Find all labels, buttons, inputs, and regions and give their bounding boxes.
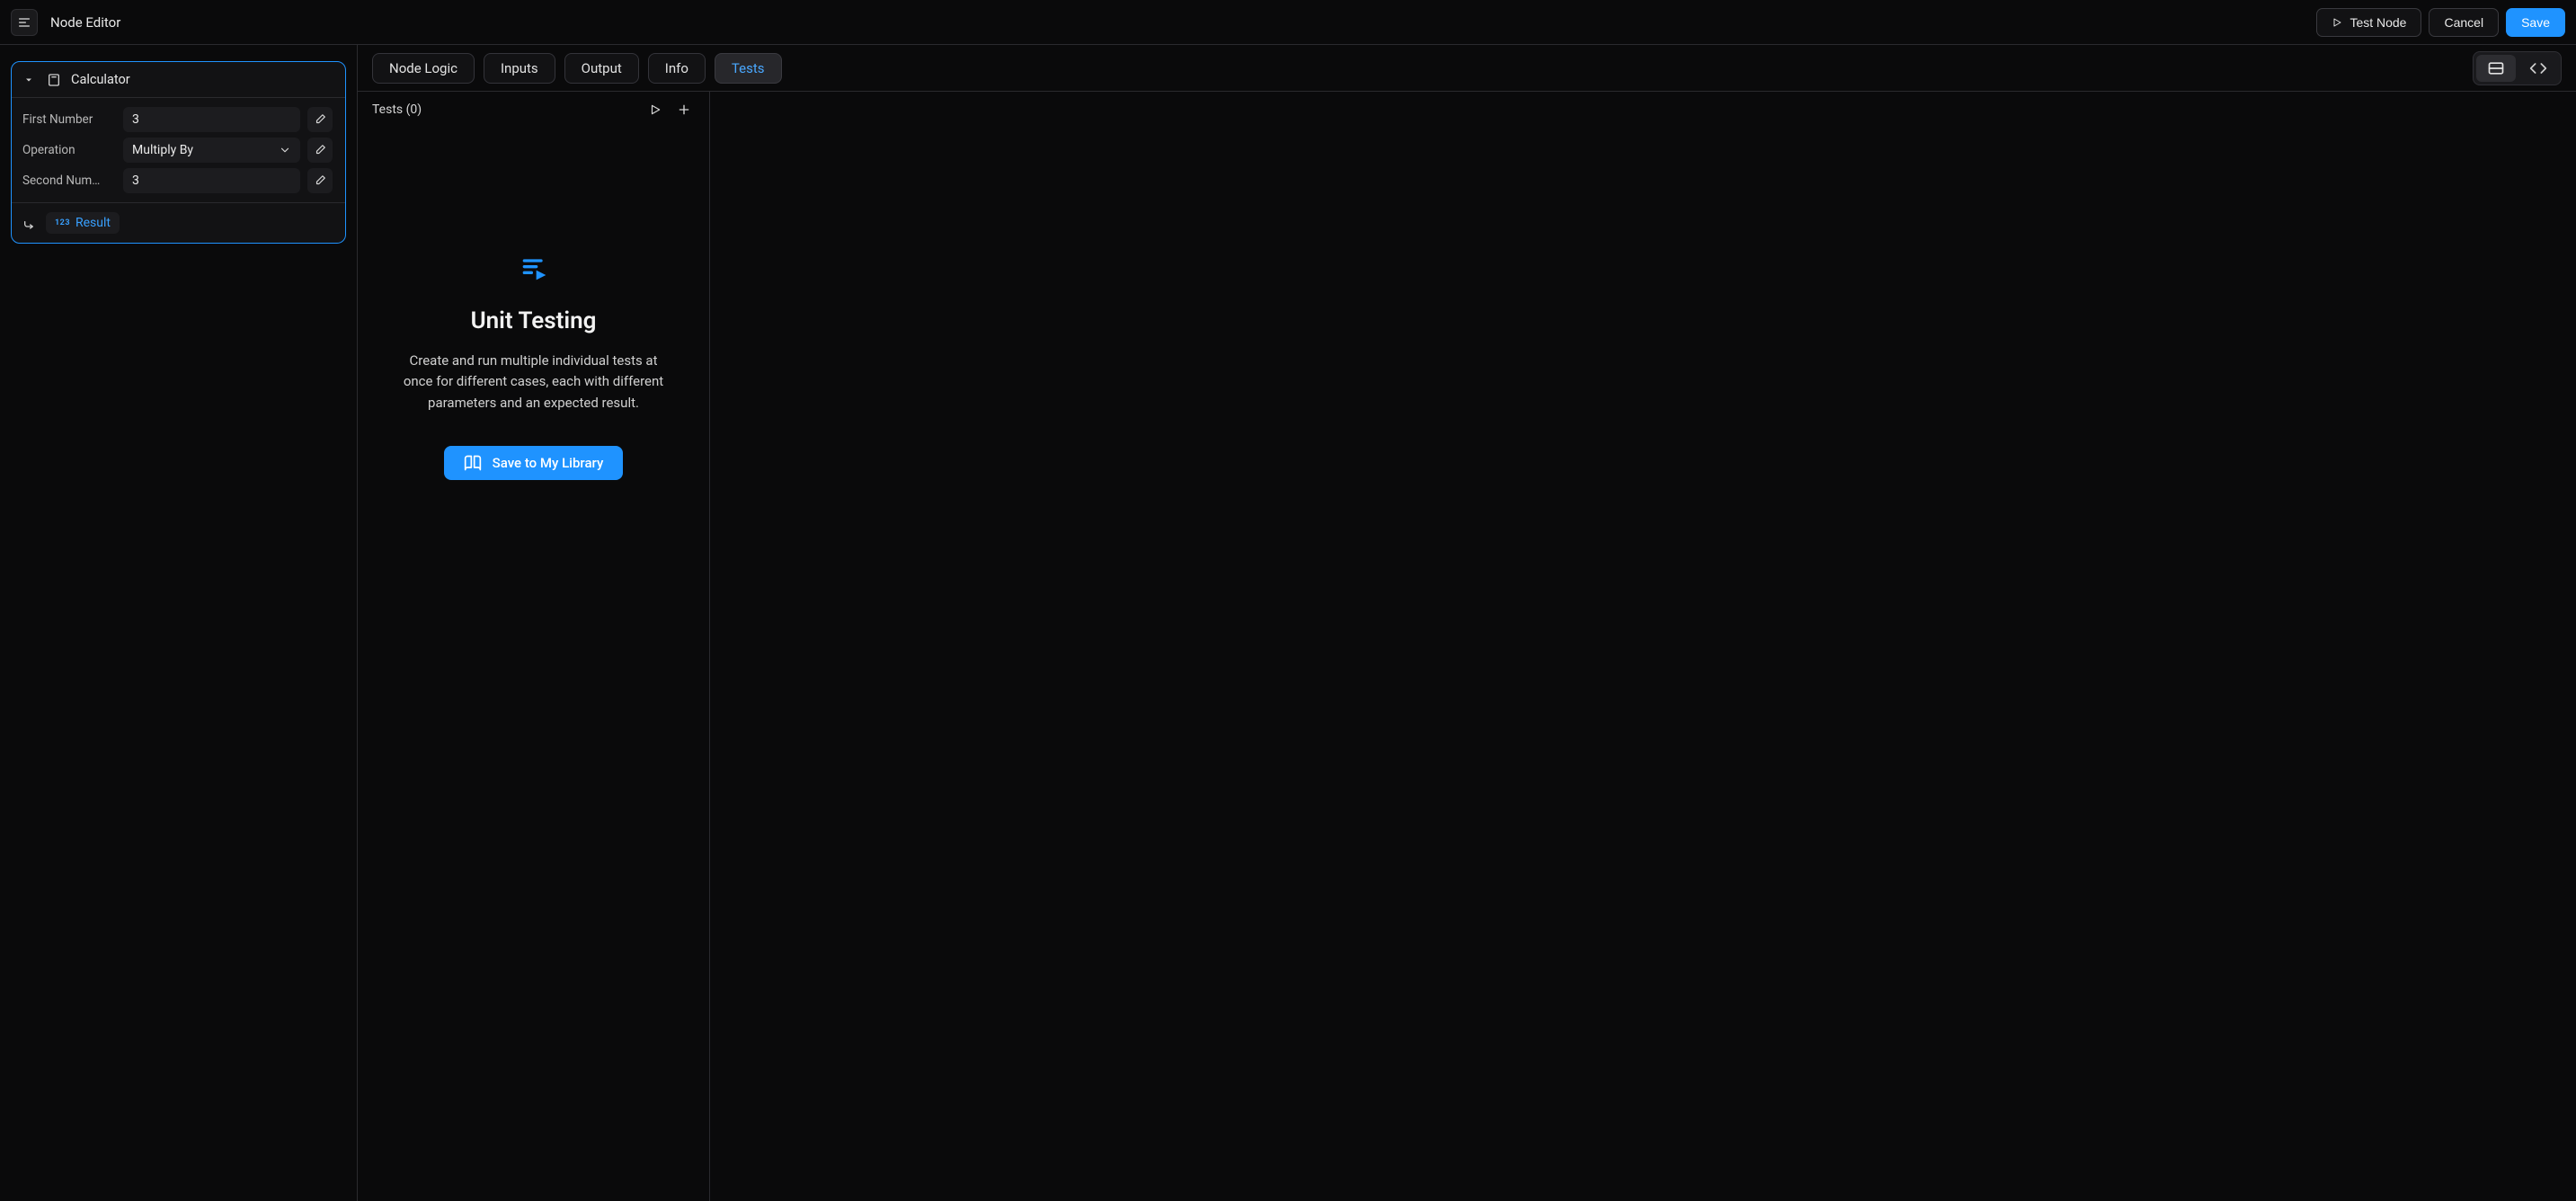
view-toggle: [2473, 51, 2562, 85]
pencil-icon: [314, 113, 326, 126]
param-second-number: Second Num… 3: [22, 168, 334, 193]
number-type-icon: 123: [55, 218, 70, 227]
add-test-button[interactable]: [673, 99, 695, 120]
operation-select[interactable]: Multiply By: [123, 138, 300, 163]
cancel-label: Cancel: [2444, 15, 2483, 30]
canvas-panel[interactable]: Calculator First Number 3 Operation: [0, 45, 358, 1201]
node-body: First Number 3 Operation Multiply By: [12, 98, 345, 202]
return-icon: [22, 216, 37, 230]
tests-list-header: Tests (0): [358, 92, 709, 128]
param-operation: Operation Multiply By: [22, 138, 334, 163]
first-number-value: 3: [132, 112, 139, 127]
play-icon: [649, 103, 662, 116]
save-to-library-label: Save to My Library: [493, 455, 604, 471]
cancel-button[interactable]: Cancel: [2429, 8, 2499, 37]
run-tests-button[interactable]: [644, 99, 666, 120]
code-icon: [2529, 59, 2547, 77]
empty-title: Unit Testing: [471, 307, 597, 334]
test-node-button[interactable]: Test Node: [2316, 8, 2421, 37]
save-button[interactable]: Save: [2506, 8, 2565, 37]
calculator-icon: [46, 72, 62, 88]
second-number-input[interactable]: 3: [123, 168, 300, 193]
editor-panel: Node Logic Inputs Output Info Tests: [358, 45, 2576, 1201]
node-header: Calculator: [12, 62, 345, 98]
param-label: Second Num…: [22, 173, 116, 188]
code-view-button[interactable]: [2518, 55, 2558, 82]
play-icon: [2332, 17, 2342, 28]
menu-button[interactable]: [11, 9, 38, 36]
save-to-library-button[interactable]: Save to My Library: [444, 446, 624, 480]
caret-down-icon: [23, 75, 34, 85]
tests-list-panel: Tests (0) Unit Testing: [358, 92, 710, 1201]
pencil-icon: [314, 174, 326, 187]
save-label: Save: [2521, 15, 2550, 30]
tab-tests[interactable]: Tests: [715, 53, 782, 84]
param-label: First Number: [22, 112, 116, 127]
operation-value: Multiply By: [132, 143, 193, 157]
empty-state: Unit Testing Create and run multiple ind…: [358, 128, 709, 1201]
pencil-icon: [314, 144, 326, 156]
edit-operation-button[interactable]: [307, 138, 333, 163]
first-number-input[interactable]: 3: [123, 107, 300, 132]
tabs-bar: Node Logic Inputs Output Info Tests: [358, 45, 2576, 92]
test-node-label: Test Node: [2349, 15, 2406, 30]
test-detail-panel: [710, 92, 2576, 1201]
calculator-node[interactable]: Calculator First Number 3 Operation: [11, 61, 346, 244]
menu-icon: [17, 15, 31, 30]
collapse-toggle[interactable]: [21, 72, 37, 88]
panel-icon: [2487, 59, 2505, 77]
tab-node-logic[interactable]: Node Logic: [372, 53, 475, 84]
empty-description: Create and run multiple individual tests…: [395, 351, 673, 414]
second-number-value: 3: [132, 173, 139, 188]
result-output-pill[interactable]: 123 Result: [46, 212, 120, 234]
page-title: Node Editor: [50, 14, 120, 31]
tests-count-label: Tests (0): [372, 102, 422, 117]
unit-testing-icon: [520, 254, 548, 282]
result-label: Result: [76, 216, 111, 230]
tab-output[interactable]: Output: [564, 53, 639, 84]
topbar-actions: Test Node Cancel Save: [2316, 8, 2565, 37]
book-icon: [464, 454, 482, 472]
edit-second-number-button[interactable]: [307, 168, 333, 193]
node-title: Calculator: [71, 72, 130, 87]
topbar: Node Editor Test Node Cancel Save: [0, 0, 2576, 45]
panel-view-button[interactable]: [2476, 55, 2516, 82]
node-footer: 123 Result: [12, 202, 345, 243]
tab-inputs[interactable]: Inputs: [484, 53, 555, 84]
chevron-down-icon: [279, 144, 291, 156]
tab-info[interactable]: Info: [648, 53, 706, 84]
param-label: Operation: [22, 143, 116, 157]
plus-icon: [677, 102, 691, 117]
edit-first-number-button[interactable]: [307, 107, 333, 132]
param-first-number: First Number 3: [22, 107, 334, 132]
